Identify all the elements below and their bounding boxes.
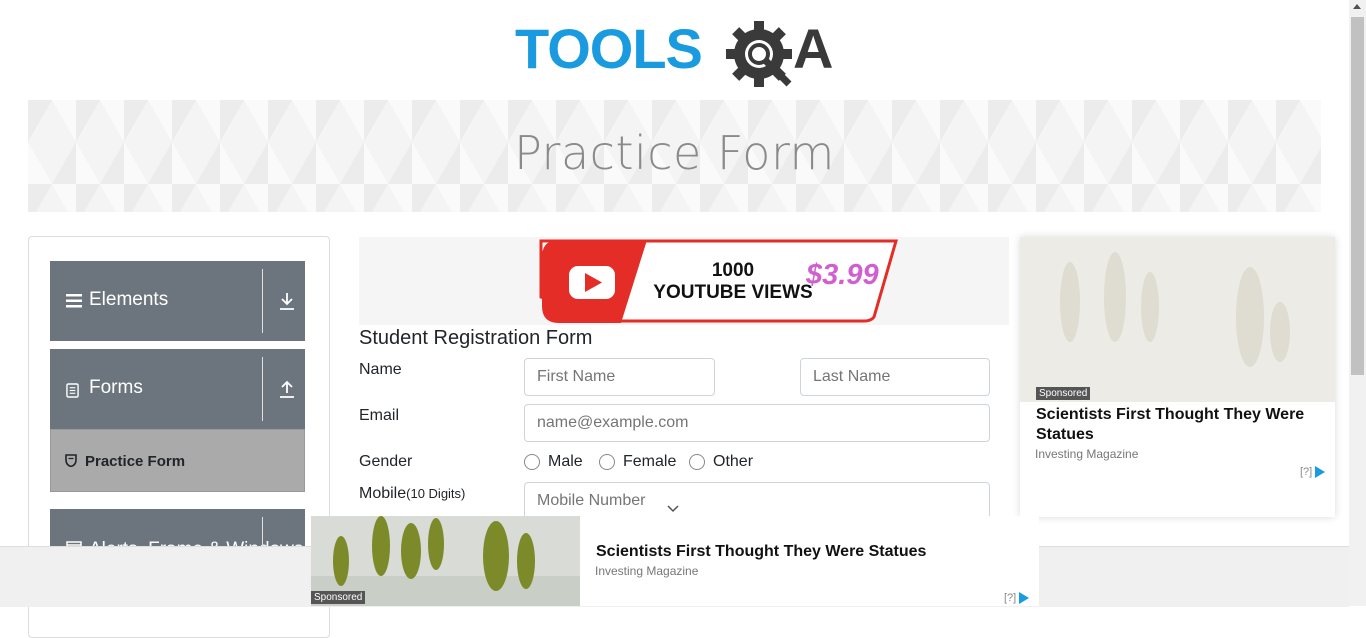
document-icon (66, 383, 79, 398)
gender-label: Gender (359, 453, 413, 470)
adchoices-icon[interactable] (1315, 466, 1326, 479)
sidebar-item-label: Practice Form (85, 453, 186, 470)
mobile-label: Mobile(10 Digits) (359, 485, 465, 503)
sponsored-badge: Sponsored (1036, 387, 1091, 400)
ad-price: $3.99 (805, 259, 879, 291)
logo-text-a: A (793, 17, 833, 80)
upload-arrow-icon[interactable] (278, 379, 296, 399)
sidebar-group-label: Forms (89, 377, 143, 398)
page-banner: Practice Form (28, 100, 1321, 212)
adchoices-text[interactable]: [?] (1300, 466, 1312, 478)
mobile-input[interactable] (524, 482, 990, 520)
name-label: Name (359, 361, 402, 378)
adchoices[interactable]: [?] (1300, 466, 1326, 479)
sponsored-ad-side[interactable]: Sponsored Scientists First Thought They … (1020, 237, 1335, 517)
radio-circle[interactable] (524, 454, 540, 470)
logo-text-tools: TOOLS (515, 17, 702, 80)
first-name-input[interactable] (524, 358, 715, 396)
scrollbar[interactable] (1349, 0, 1366, 606)
sidebar-group-elements[interactable]: Elements (50, 261, 305, 341)
radio-label[interactable]: Female (623, 453, 676, 471)
ad-count: 1000 (712, 260, 754, 281)
ad-caption: YOUTUBE VIEWS (653, 282, 812, 303)
scroll-up-arrow[interactable] (1353, 4, 1361, 9)
ad-headline[interactable]: Scientists First Thought They Were Statu… (1036, 405, 1326, 445)
radio-circle[interactable] (599, 454, 615, 470)
ad-headline[interactable]: Scientists First Thought They Were Statu… (596, 543, 926, 561)
divider (262, 269, 263, 333)
ad-image (1020, 237, 1335, 402)
email-input[interactable] (524, 404, 990, 442)
form-title: Student Registration Form (359, 327, 593, 349)
download-arrow-icon[interactable] (278, 291, 296, 311)
adchoices[interactable]: [?] (1004, 592, 1030, 605)
youtube-views-ad[interactable]: 1000 YOUTUBE VIEWS $3.99 (359, 237, 1009, 325)
adchoices-text[interactable]: [?] (1004, 592, 1016, 604)
hamburger-icon (66, 294, 82, 308)
sponsored-badge: Sponsored (311, 591, 366, 604)
shield-icon (65, 454, 77, 467)
mobile-label-text: Mobile (359, 485, 407, 502)
adchoices-icon[interactable] (1019, 592, 1030, 605)
gear-magnifier-icon (726, 21, 792, 87)
chevron-down-icon (667, 505, 679, 513)
scrollbar-thumb[interactable] (1351, 17, 1364, 375)
sidebar-item-practice-form[interactable]: Practice Form (50, 429, 305, 492)
sponsored-ad-bottom[interactable]: Sponsored Scientists First Thought They … (311, 516, 1039, 606)
youtube-play-icon (569, 266, 615, 299)
radio-label[interactable]: Male (548, 453, 583, 471)
toolsqa-logo[interactable]: TOOLS A (515, 16, 840, 90)
divider (262, 357, 263, 421)
radio-label[interactable]: Other (713, 453, 753, 471)
radio-circle[interactable] (689, 454, 705, 470)
mobile-hint: (10 Digits) (406, 486, 466, 501)
ad-source[interactable]: Investing Magazine (1035, 447, 1138, 461)
sidebar-group-label: Elements (89, 289, 169, 310)
sidebar-group-forms[interactable]: Forms (50, 349, 305, 429)
last-name-input[interactable] (800, 358, 990, 396)
page-title: Practice Form (514, 126, 835, 180)
email-label: Email (359, 407, 400, 424)
ad-source[interactable]: Investing Magazine (595, 564, 698, 578)
